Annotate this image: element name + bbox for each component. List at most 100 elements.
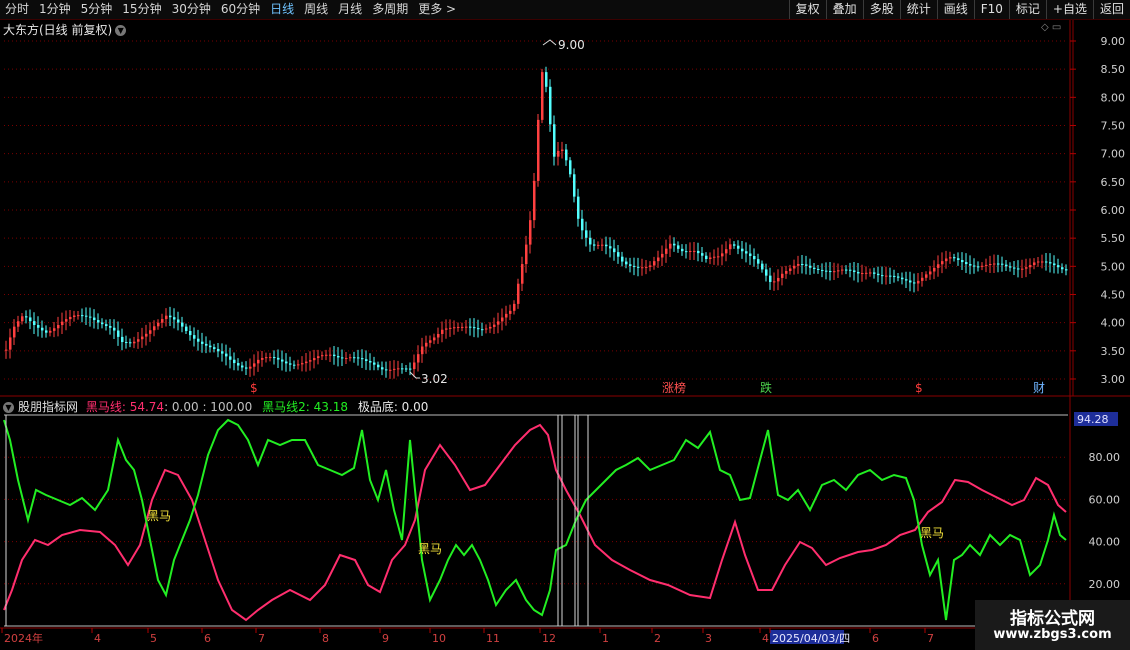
price-axis-label: 9.00 xyxy=(1101,35,1126,48)
low-price-label: 3.02 xyxy=(421,372,448,386)
candle-body xyxy=(345,357,348,359)
candle-body xyxy=(29,317,32,322)
candle-body xyxy=(973,265,976,267)
candle-body xyxy=(949,257,952,259)
candle-body xyxy=(245,367,248,369)
candle-body xyxy=(613,248,616,253)
candle-body xyxy=(681,248,684,252)
candle-body xyxy=(601,244,604,246)
candle-body xyxy=(129,342,132,344)
candle-body xyxy=(977,266,980,268)
candle-body xyxy=(421,346,424,355)
candle-body xyxy=(429,340,432,343)
candle-body xyxy=(1013,267,1016,269)
candle-body xyxy=(521,264,524,284)
candle-body xyxy=(261,357,264,360)
stock-chart[interactable]: 9.00 8.50 8.00 7.50 7.00 6.50 6.00 5.50 5.00 4.50… xyxy=(0,0,1130,650)
candle-body xyxy=(713,256,716,258)
candle-body xyxy=(905,279,908,281)
candle-body xyxy=(73,315,76,317)
date-axis-label: 9 xyxy=(382,632,389,645)
candle-body xyxy=(865,272,868,274)
candle-body xyxy=(585,230,588,238)
candle-body xyxy=(901,277,904,280)
candle-body xyxy=(137,339,140,342)
candle-body xyxy=(65,319,68,322)
candle-body xyxy=(85,315,88,317)
candle-body xyxy=(193,335,196,339)
candle-body xyxy=(1057,265,1060,268)
candle-body xyxy=(773,281,776,283)
candle-body xyxy=(513,303,516,311)
candle-body xyxy=(737,245,740,249)
candle-body xyxy=(1025,267,1028,269)
indicator-axis-label: 20.00 xyxy=(1089,578,1121,591)
candle-body xyxy=(161,319,164,323)
candle-body xyxy=(589,237,592,245)
candle-body xyxy=(269,357,272,359)
candle-body xyxy=(661,253,664,258)
candle-body xyxy=(329,354,332,356)
candle-body xyxy=(893,275,896,277)
candle-body xyxy=(341,357,344,359)
candle-body xyxy=(609,246,612,249)
candle-body xyxy=(21,316,24,322)
candle-body xyxy=(1017,268,1020,270)
candle-body xyxy=(425,342,428,347)
candle-body xyxy=(45,330,48,333)
candle-body xyxy=(265,357,268,359)
candle-body xyxy=(233,359,236,364)
candle-body xyxy=(121,336,124,343)
candle-body xyxy=(253,363,256,367)
candle-body xyxy=(837,270,840,272)
candle-body xyxy=(913,282,916,284)
candle-body xyxy=(801,263,804,265)
candle-body xyxy=(349,357,352,359)
candle-body xyxy=(453,327,456,329)
candle-body xyxy=(857,271,860,274)
candle-body xyxy=(709,257,712,260)
price-axis-label: 3.00 xyxy=(1101,373,1126,386)
candle-body xyxy=(301,363,304,365)
date-axis-label: 10 xyxy=(432,632,446,645)
candle-body xyxy=(57,325,60,329)
candle-body xyxy=(745,251,748,254)
candle-body xyxy=(897,276,900,278)
candle-body xyxy=(149,330,152,334)
candle-body xyxy=(145,333,148,337)
candle-body xyxy=(817,268,820,270)
date-axis-label: 12 xyxy=(542,632,556,645)
candle-body xyxy=(625,261,628,265)
candle-body xyxy=(1053,263,1056,266)
candle-body xyxy=(41,327,44,331)
date-axis-label: 7 xyxy=(258,632,265,645)
candle-body xyxy=(665,248,668,254)
candle-body xyxy=(493,324,496,327)
candle-body xyxy=(213,347,216,349)
candle-body xyxy=(693,250,696,252)
candle-body xyxy=(25,316,28,318)
candle-body xyxy=(957,258,960,260)
candle-body xyxy=(53,328,56,331)
candle-body xyxy=(997,263,1000,265)
candle-body xyxy=(677,245,680,249)
candle-body xyxy=(461,326,464,328)
candle-body xyxy=(945,258,948,262)
candle-body xyxy=(961,259,964,263)
candle-body xyxy=(873,272,876,274)
candle-body xyxy=(485,328,488,330)
candle-body xyxy=(597,244,600,246)
candle-body xyxy=(1005,264,1008,267)
candle-body xyxy=(217,348,220,352)
candle-body xyxy=(965,262,968,265)
price-axis-label: 5.50 xyxy=(1101,232,1126,245)
price-axis-label: 7.50 xyxy=(1101,119,1126,132)
candle-body xyxy=(637,266,640,268)
candle-body xyxy=(37,325,40,328)
candle-body xyxy=(357,357,360,359)
candle-body xyxy=(545,72,548,87)
candle-body xyxy=(729,244,732,250)
candle-body xyxy=(1033,262,1036,266)
candle-body xyxy=(61,321,64,326)
candle-body xyxy=(297,364,300,366)
